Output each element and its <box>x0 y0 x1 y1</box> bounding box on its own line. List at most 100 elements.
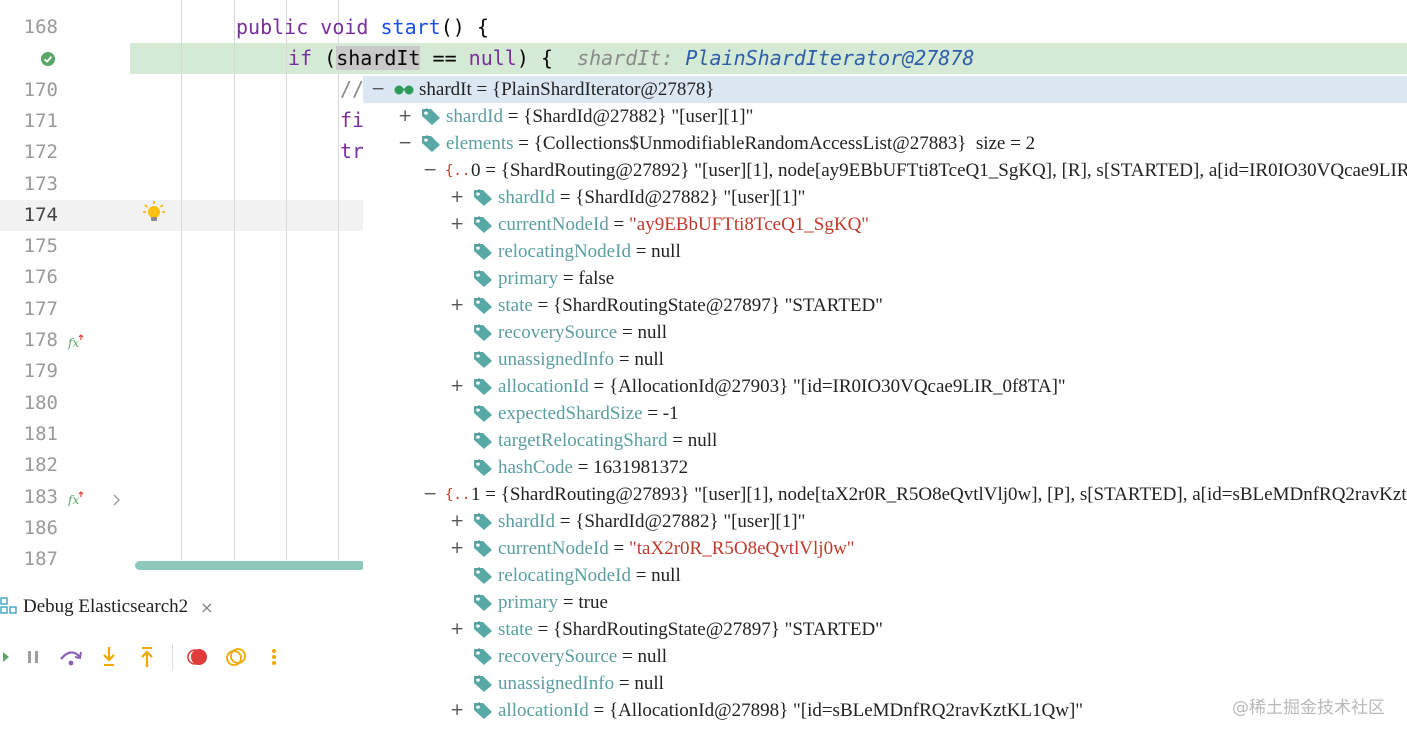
equals-sign: = <box>617 322 638 343</box>
equals-sign: = <box>513 133 534 154</box>
code-line-final: fi <box>340 108 365 132</box>
equals-sign: = <box>614 349 635 370</box>
array-element-icon: {..} <box>445 163 467 179</box>
line-number[interactable]: 178 <box>0 325 58 356</box>
equals-sign: = <box>642 403 663 424</box>
keyword-public: public <box>236 15 309 39</box>
variable-shardit[interactable]: shardIt <box>336 46 421 70</box>
collapse-icon[interactable]: − <box>398 130 412 157</box>
expand-icon[interactable]: + <box>450 211 464 238</box>
keyword-null: null <box>468 46 517 70</box>
step-over-icon[interactable] <box>52 642 90 672</box>
string-value: "taX2r0R_R5O8eQvtlVlj0w" <box>629 538 855 559</box>
more-icon[interactable] <box>255 642 293 672</box>
field-tag-icon <box>474 675 492 692</box>
expand-icon[interactable]: + <box>450 508 464 535</box>
line-number[interactable]: 168 <box>0 12 58 43</box>
expand-icon[interactable]: + <box>450 292 464 319</box>
line-number[interactable]: 172 <box>0 137 58 168</box>
collapse-icon[interactable]: − <box>371 76 385 103</box>
tree-node-1[interactable]: −{..}1 = {ShardRouting@27893} "[user][1]… <box>363 481 1407 508</box>
line-number[interactable]: 176 <box>0 262 58 293</box>
code-line-try: tr <box>340 139 365 163</box>
tree-node-recoverysource[interactable]: recoverySource = null <box>363 319 1407 346</box>
function-override-icon[interactable]: fx <box>68 334 86 350</box>
equals-sign: = <box>608 538 629 559</box>
line-number[interactable]: 174 <box>0 200 58 231</box>
step-out-icon[interactable] <box>128 642 166 672</box>
tree-node-shardid[interactable]: + shardId = {ShardId@27882} "[user][1]" <box>363 184 1407 211</box>
tree-node-recoverysource[interactable]: recoverySource = null <box>363 643 1407 670</box>
tree-node-expectedshardsize[interactable]: expectedShardSize = -1 <box>363 400 1407 427</box>
resume-icon[interactable] <box>0 642 14 672</box>
tree-node-elements[interactable]: − elements = {Collections$UnmodifiableRan… <box>363 130 1407 157</box>
expand-icon[interactable]: + <box>450 184 464 211</box>
tree-node-state[interactable]: + state = {ShardRoutingState@27897} "STAR… <box>363 292 1407 319</box>
view-breakpoints-icon[interactable] <box>179 642 217 672</box>
line-number[interactable]: 181 <box>0 419 58 450</box>
tree-node-shardit[interactable]: − shardIt = {PlainShardIterator@27878} <box>363 76 1407 103</box>
pause-icon[interactable] <box>14 642 52 672</box>
tree-node-state[interactable]: + state = {ShardRoutingState@27897} "STAR… <box>363 616 1407 643</box>
line-number[interactable]: 179 <box>0 356 58 387</box>
horizontal-scrollbar[interactable] <box>135 561 365 570</box>
tree-node-currentnodeid[interactable]: + currentNodeId = "taX2r0R_R5O8eQvtlVlj0w… <box>363 535 1407 562</box>
line-number[interactable]: 187 <box>0 544 58 575</box>
tree-node-currentnodeid[interactable]: + currentNodeId = "ay9EBbUFTti8TceQ1_SgKQ… <box>363 211 1407 238</box>
tree-node-primary[interactable]: primary = true <box>363 589 1407 616</box>
collapse-icon[interactable]: − <box>423 481 437 508</box>
expand-icon[interactable]: + <box>450 535 464 562</box>
code-line-if[interactable]: if (shardIt == null) { shardIt: PlainSha… <box>288 43 974 74</box>
line-number[interactable]: 183 <box>0 482 58 513</box>
tree-node-unassignedinfo[interactable]: unassignedInfo = null <box>363 346 1407 373</box>
tree-node-allocationid[interactable]: + allocationId = {AllocationId@27903} "[i… <box>363 373 1407 400</box>
line-number[interactable]: 177 <box>0 294 58 325</box>
keyword-void: void <box>320 15 369 39</box>
indent-guide <box>286 0 287 560</box>
field-tag-icon <box>474 243 492 260</box>
tree-node-primary[interactable]: primary = false <box>363 265 1407 292</box>
field-tag-icon <box>474 648 492 665</box>
svg-text:fx: fx <box>68 336 79 350</box>
expand-icon[interactable]: + <box>450 616 464 643</box>
tree-node-shardid[interactable]: + shardId = {ShardId@27882} "[user][1]" <box>363 508 1407 535</box>
debug-window-icon <box>0 597 17 614</box>
collapse-icon[interactable]: − <box>423 157 437 184</box>
tree-node-shardid[interactable]: + shardId = {ShardId@27882} "[user][1]" <box>363 103 1407 130</box>
equals-sign: = <box>558 592 579 613</box>
code-line-start[interactable]: public void start() { <box>236 12 489 43</box>
variables-popup-tree[interactable]: − shardIt = {PlainShardIterator@27878} + sh… <box>363 76 1407 738</box>
field-tag-icon <box>474 432 492 449</box>
debug-tab[interactable]: Debug Elasticsearch2 × <box>0 594 214 620</box>
line-number[interactable]: 186 <box>0 513 58 544</box>
line-number[interactable]: 180 <box>0 388 58 419</box>
expand-icon[interactable]: + <box>450 697 464 724</box>
tree-node-targetrelocatingshard[interactable]: targetRelocatingShard = null <box>363 427 1407 454</box>
tree-node-hashcode[interactable]: hashCode = 1631981372 <box>363 454 1407 481</box>
line-number[interactable]: 170 <box>0 75 58 106</box>
line-number[interactable]: 182 <box>0 450 58 481</box>
tree-node-0[interactable]: −{..}0 = {ShardRouting@27892} "[user][1]… <box>363 157 1407 184</box>
code-text: ( <box>324 46 337 70</box>
method-name: start <box>380 15 441 39</box>
equals-sign: = <box>554 187 576 208</box>
line-number[interactable]: 171 <box>0 106 58 137</box>
inline-value-hint[interactable]: PlainShardIterator@27878 <box>685 46 974 70</box>
close-tab-button[interactable]: × <box>200 598 213 617</box>
field-tag-icon <box>474 459 492 476</box>
field-tag-icon <box>474 378 492 395</box>
line-number[interactable]: 173 <box>0 169 58 200</box>
expand-icon[interactable]: + <box>398 103 412 130</box>
fold-chevron-icon[interactable] <box>112 493 122 507</box>
breakpoint-verified-icon[interactable] <box>40 51 56 67</box>
expand-icon[interactable]: + <box>450 373 464 400</box>
line-number[interactable]: 175 <box>0 231 58 262</box>
equals-sign: = <box>502 106 524 127</box>
step-into-icon[interactable] <box>90 642 128 672</box>
tree-node-relocatingnodeid[interactable]: relocatingNodeId = null <box>363 562 1407 589</box>
mute-breakpoints-icon[interactable] <box>217 642 255 672</box>
variable-value: false <box>578 268 615 289</box>
tree-node-relocatingnodeid[interactable]: relocatingNodeId = null <box>363 238 1407 265</box>
lightbulb-icon[interactable] <box>142 200 166 224</box>
function-override-icon[interactable]: fx <box>68 491 86 507</box>
